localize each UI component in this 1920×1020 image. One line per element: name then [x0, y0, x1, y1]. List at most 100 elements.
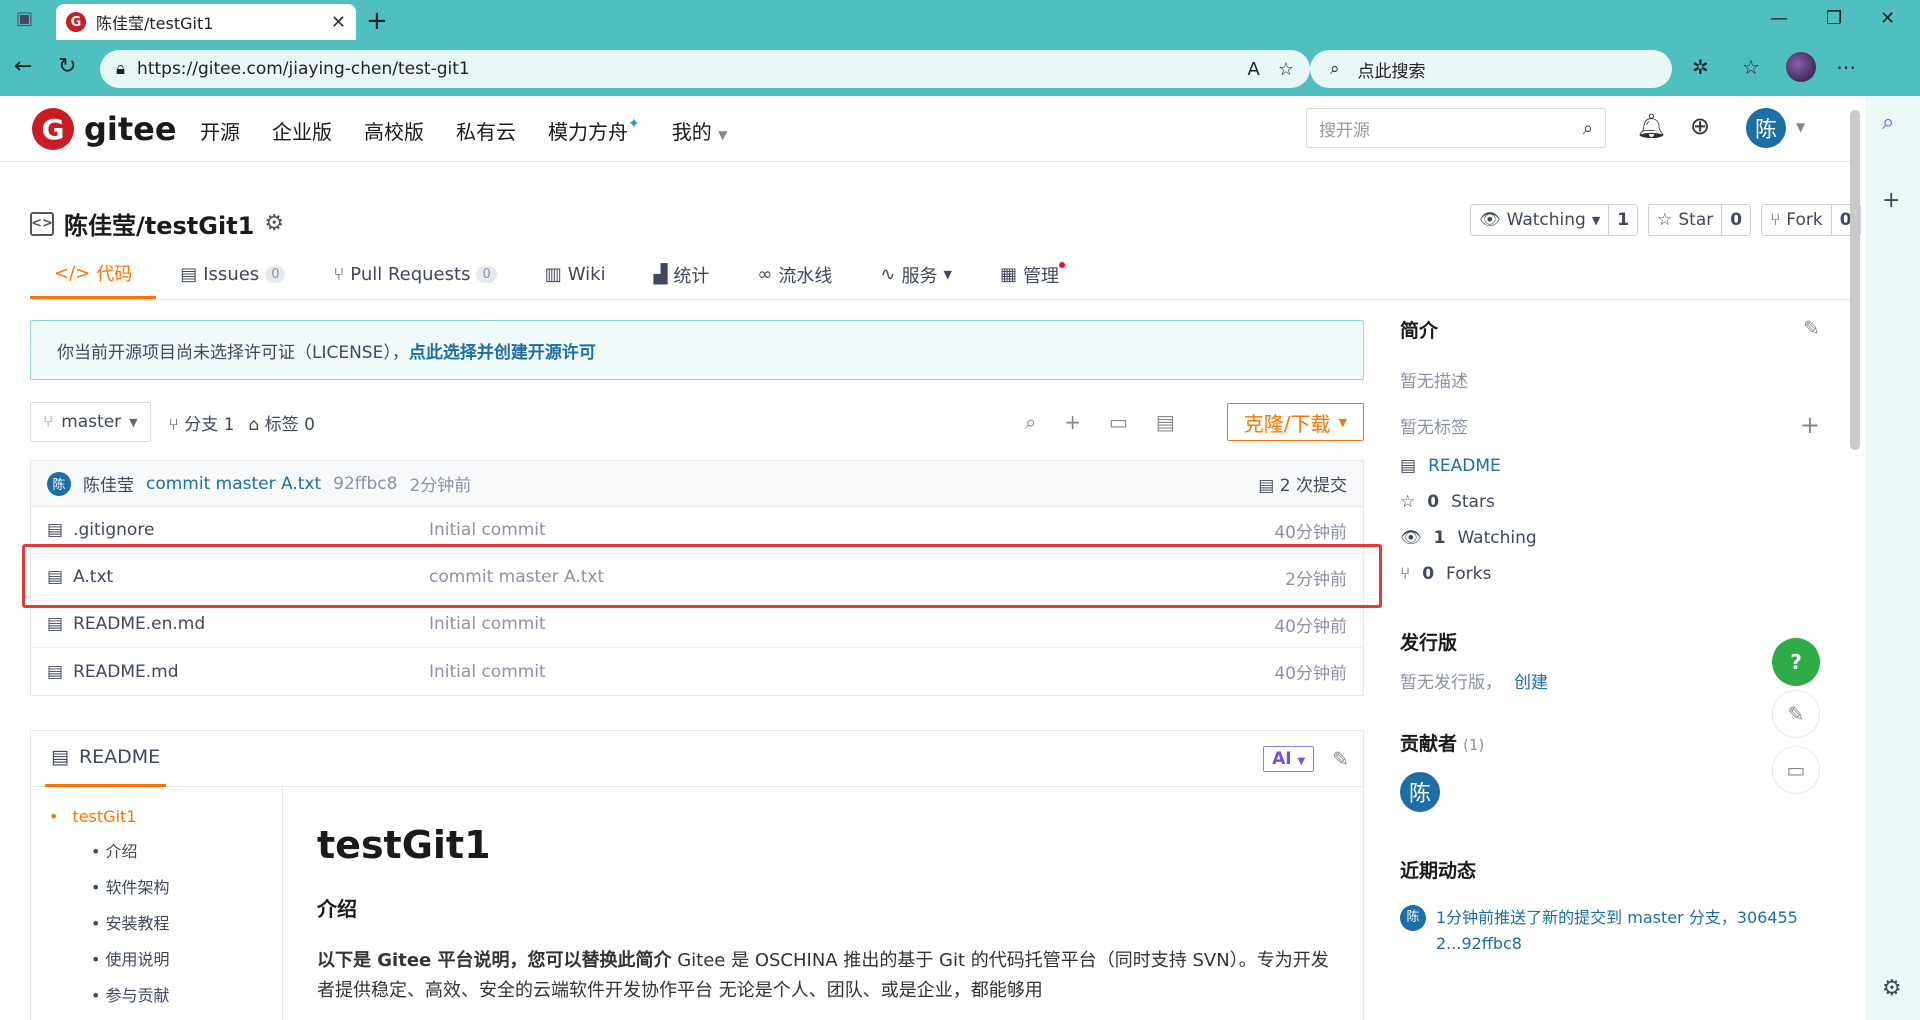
forks-link[interactable]: ⑂ 0 Forks: [1400, 556, 1820, 592]
edit-intro-icon[interactable]: ✎: [1803, 316, 1820, 340]
commit-hash[interactable]: 92ffbc8: [333, 474, 397, 494]
tab-stats[interactable]: ▟ 统计: [630, 250, 734, 299]
user-avatar[interactable]: 陈: [1746, 108, 1786, 148]
nav-mine[interactable]: 我的 ▼: [672, 116, 728, 145]
read-aloud-icon[interactable]: A: [1248, 59, 1260, 80]
toc-item[interactable]: • 使用说明: [49, 946, 282, 970]
contributor-avatar[interactable]: 陈: [1400, 772, 1440, 812]
commit-author[interactable]: 陈佳莹: [83, 471, 134, 496]
new-tab-icon[interactable]: +: [366, 6, 388, 36]
file-commit-message[interactable]: Initial commit: [429, 520, 546, 540]
favorite-star-icon[interactable]: ☆: [1278, 59, 1294, 80]
chevron-down-icon[interactable]: ▼: [1796, 120, 1805, 134]
close-tab-icon[interactable]: ✕: [331, 12, 346, 33]
readme-link[interactable]: ▤ README: [1400, 448, 1820, 484]
tags-link[interactable]: ⌂ 标签 0: [248, 410, 314, 435]
file-commit-message[interactable]: Initial commit: [429, 662, 546, 682]
tab-pull-requests[interactable]: ⑂ Pull Requests 0: [309, 250, 520, 299]
activity-text[interactable]: 1分钟前推送了新的提交到 master 分支，306455 2...92ffbc…: [1436, 905, 1820, 957]
address-bar[interactable]: 🔒︎ https://gitee.com/jiaying-chen/test-g…: [100, 50, 1310, 88]
no-tags: 暂无标签: [1400, 417, 1468, 438]
nav-mine-label: 我的: [671, 120, 712, 144]
toc-item[interactable]: • testGit1: [49, 807, 282, 826]
watching-count: 1: [1433, 528, 1446, 548]
branch-selector[interactable]: ⑂ master ▼: [30, 402, 151, 442]
tab-manage[interactable]: ▦ 管理: [976, 250, 1083, 299]
toc-item[interactable]: • 介绍: [49, 838, 282, 862]
nav-enterprise[interactable]: 企业版: [272, 116, 332, 145]
nav-education[interactable]: 高校版: [364, 116, 424, 145]
pipeline-icon: ∞: [757, 264, 773, 285]
terminal-icon[interactable]: ▤: [1156, 410, 1175, 434]
tab-issues[interactable]: ▤ Issues 0: [156, 250, 309, 299]
add-circle-icon[interactable]: ⊕: [1690, 112, 1710, 140]
maximize-icon[interactable]: ❐: [1826, 8, 1842, 29]
badge-icon[interactable]: ⚙: [264, 211, 284, 236]
browser-tab[interactable]: G 陈佳莹/testGit1 ✕: [56, 4, 356, 40]
feedback-icon[interactable]: ✎: [1772, 690, 1820, 738]
activity-avatar[interactable]: 陈: [1400, 905, 1426, 931]
toc-item[interactable]: • 安装教程: [49, 910, 282, 934]
settings-gear-icon[interactable]: ⚙: [1882, 976, 1902, 1001]
tab-pipeline[interactable]: ∞ 流水线: [733, 250, 856, 299]
ai-button[interactable]: AI ▼: [1263, 745, 1315, 772]
page-scrollbar[interactable]: [1850, 110, 1860, 450]
create-release-link[interactable]: 创建: [1514, 668, 1548, 693]
add-tag-icon[interactable]: +: [1800, 411, 1820, 439]
refresh-icon[interactable]: ↻: [58, 54, 76, 79]
file-commit-message[interactable]: Initial commit: [429, 614, 546, 634]
web-ide-icon[interactable]: ▭: [1109, 410, 1128, 434]
minimize-icon[interactable]: —: [1770, 8, 1788, 29]
tab-wiki[interactable]: ▥ Wiki: [521, 250, 630, 299]
clone-download-button[interactable]: 克隆/下载 ▼: [1226, 403, 1364, 441]
notification-bell-icon[interactable]: 🔔︎: [1636, 112, 1666, 140]
close-window-icon[interactable]: ✕: [1880, 8, 1895, 29]
site-search-input[interactable]: 搜开源 ⌕: [1306, 108, 1606, 148]
file-row[interactable]: ▤ README.en.md Initial commit 40分钟前: [31, 601, 1363, 648]
gitee-logo[interactable]: G gitee: [32, 108, 177, 150]
favorites-icon[interactable]: ☆: [1742, 55, 1760, 79]
nav-private-cloud[interactable]: 私有云: [456, 116, 516, 145]
help-icon[interactable]: ?: [1772, 638, 1820, 686]
file-name[interactable]: .gitignore: [73, 520, 154, 540]
branches-link[interactable]: ⑂ 分支 1: [169, 410, 235, 435]
back-icon[interactable]: ←: [14, 54, 32, 79]
toc-item[interactable]: • 参与贡献: [49, 982, 282, 1006]
repo-action-buttons: 👁︎ Watching ▼ 1 ☆ Star 0 ⑂ Fork 0: [1460, 204, 1861, 236]
search-file-icon[interactable]: ⌕: [1025, 410, 1036, 434]
stars-link[interactable]: ☆ 0 Stars: [1400, 484, 1820, 520]
create-license-link[interactable]: 点此选择并创建开源许可: [409, 338, 596, 363]
commit-message[interactable]: commit master A.txt: [146, 474, 321, 494]
add-sidebar-icon[interactable]: +: [1882, 188, 1900, 213]
commits-icon: ▤: [1258, 476, 1275, 496]
toc-label: 安装教程: [105, 914, 170, 933]
file-row[interactable]: ▤ README.md Initial commit 40分钟前: [31, 648, 1363, 695]
more-icon[interactable]: ⋯: [1836, 55, 1856, 79]
chat-icon[interactable]: ▭: [1772, 746, 1820, 794]
watching-link[interactable]: 👁︎ 1 Watching: [1400, 520, 1820, 556]
edit-icon[interactable]: ✎: [1332, 747, 1349, 771]
file-name[interactable]: README.en.md: [73, 614, 205, 634]
toc-item[interactable]: • 软件架构: [49, 874, 282, 898]
readme-tab[interactable]: ▤ README: [45, 731, 167, 787]
browser-search-box[interactable]: ⌕ 点此搜索: [1310, 50, 1672, 88]
tab-actions-icon[interactable]: ▣: [16, 8, 33, 29]
commit-author-avatar[interactable]: 陈: [47, 471, 71, 496]
search-sidebar-icon[interactable]: ⌕: [1882, 110, 1894, 135]
profile-avatar[interactable]: [1786, 52, 1816, 82]
star-button[interactable]: ☆ Star 0: [1648, 204, 1752, 236]
repo-name[interactable]: 陈佳莹/testGit1: [64, 206, 254, 241]
commits-link[interactable]: ▤ 2 次提交: [1258, 471, 1347, 496]
readme-content: testGit1 介绍 以下是 Gitee 平台说明，您可以替换此简介 Gite…: [317, 787, 1337, 1006]
tab-code[interactable]: </> 代码: [30, 250, 157, 299]
nav-moark[interactable]: 模力方舟✦: [548, 116, 640, 145]
file-name[interactable]: README.md: [73, 662, 178, 682]
tab-services[interactable]: ∿ 服务 ▼: [856, 250, 976, 299]
fork-button[interactable]: ⑂ Fork 0: [1761, 204, 1861, 236]
watching-button[interactable]: 👁︎ Watching ▼ 1: [1470, 204, 1639, 236]
tab-services-label: 服务: [901, 265, 938, 287]
search-icon[interactable]: ⌕: [1583, 118, 1593, 139]
add-file-icon[interactable]: +: [1064, 410, 1081, 434]
extensions-icon[interactable]: ✲: [1692, 55, 1709, 79]
nav-opensource[interactable]: 开源: [200, 116, 240, 145]
